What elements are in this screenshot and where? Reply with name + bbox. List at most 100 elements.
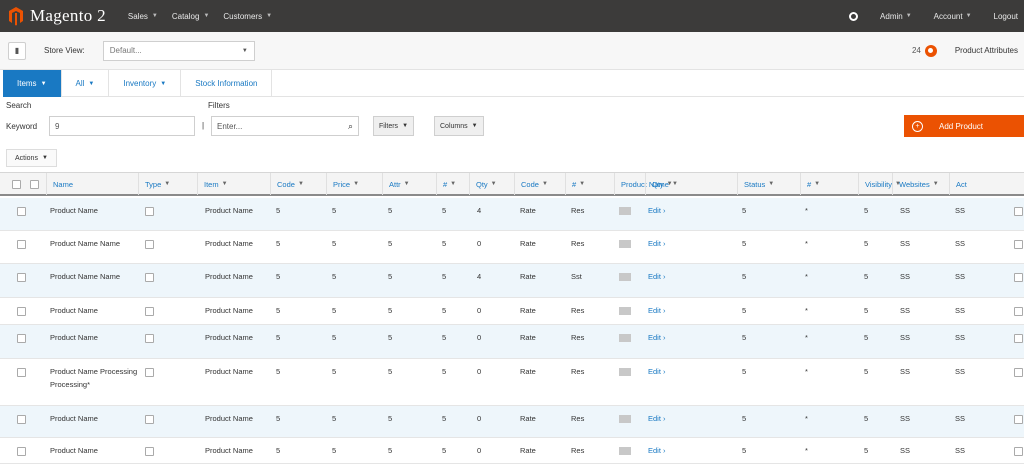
cell-edit-link[interactable]: Edit › [648,333,666,342]
admin-user-menu[interactable]: Admin ▼ [880,12,912,21]
chevron-down-icon: ▼ [266,13,273,19]
cell-edit-link[interactable]: Edit › [648,306,666,315]
nav-sales[interactable]: Sales ▼ [128,12,158,21]
row-action-checkbox[interactable] [1014,273,1023,282]
cell-edit-link[interactable]: Edit › [648,414,666,423]
column-header-17[interactable]: Act [949,173,1004,195]
row-select-checkbox[interactable] [17,307,26,316]
row-select-checkbox[interactable] [17,273,26,282]
row-action-checkbox[interactable] [1014,307,1023,316]
column-header-11[interactable]: Product Name ▼ [614,173,678,195]
cell-attr: 5 [388,446,393,455]
column-header-label: Websites [899,179,930,189]
row-action-checkbox[interactable] [1014,447,1023,456]
column-header-9[interactable]: Code ▼ [514,173,565,195]
row-action-checkbox[interactable] [1014,207,1023,216]
tab-all[interactable]: All ▼ [62,70,110,97]
admin-user-label: Admin [880,11,903,21]
column-header-15[interactable]: Visibility ▼ [858,173,901,195]
row-action-checkbox[interactable] [1014,415,1023,424]
search-icon[interactable]: ⌕ [348,121,353,132]
store-switcher-button[interactable]: ▮ [8,41,26,60]
tab-stock-information[interactable]: Stock Information [181,70,273,97]
cell-edit-link[interactable]: Edit › [648,446,666,455]
cell-product-name: Product Name [50,206,98,215]
row-action-checkbox[interactable] [1014,240,1023,249]
row-select-checkbox[interactable] [17,415,26,424]
row-type-checkbox[interactable] [145,273,154,282]
row-select-checkbox[interactable] [17,240,26,249]
cell-attr: 5 [388,333,393,342]
top-nav: Sales ▼ Catalog ▼ Customers ▼ [128,12,286,21]
mass-actions-dropdown[interactable]: Actions ▼ [6,149,57,167]
table-row[interactable]: Product Name Product Name 5 5 5 5 4 Rate Res Edit… [0,198,1024,231]
column-header-16[interactable]: Websites ▼ [892,173,949,195]
keyword-input[interactable]: 9 [49,116,195,136]
cell-edit-link[interactable]: Edit › [648,367,666,376]
column-header-10[interactable]: # ▼ [565,173,614,195]
table-row[interactable]: Product Name Processing Processing* Produc… [0,359,1024,406]
cell-product-name: Product Name [50,306,98,315]
table-row[interactable]: Product Name Name Product Name 5 5 5 5 0 Rate Re… [0,231,1024,264]
scope-select[interactable]: Default... ▼ [102,40,255,61]
column-header-label: Attr [389,179,401,189]
row-action-checkbox[interactable] [1014,334,1023,343]
cell-product-name-line2: Processing* [50,380,91,389]
select-all-checkbox[interactable] [12,180,21,189]
row-action-checkbox[interactable] [1014,368,1023,377]
cell-visibility: SS [900,272,911,281]
cell-price: 5 [332,367,337,376]
account-link[interactable]: Account ▼ [934,12,972,21]
cell-code: 5 [276,239,281,248]
cell-status: * [805,446,808,455]
columns-button[interactable]: Columns ▼ [434,116,484,136]
column-header-8[interactable]: Qty ▼ [469,173,514,195]
nav-catalog[interactable]: Catalog ▼ [172,12,210,21]
row-type-checkbox[interactable] [145,368,154,377]
cell-edit-link[interactable]: Edit › [648,239,666,248]
row-type-checkbox[interactable] [145,334,154,343]
column-header-13[interactable]: Status ▼ [737,173,800,195]
column-header-7[interactable]: # ▼ [436,173,469,195]
row-type-checkbox[interactable] [145,415,154,424]
column-header-14[interactable]: # ▼ [800,173,858,195]
logo[interactable]: Magento 2 [8,6,106,26]
nav-customers[interactable]: Customers ▼ [223,12,272,21]
column-header-5[interactable]: Price ▼ [326,173,382,195]
cell-edit-link[interactable]: Edit › [648,272,666,281]
cell-hash-2: Res [571,367,585,376]
column-header-1[interactable]: Name [46,173,138,195]
cell-price: 5 [332,446,337,455]
user-icon[interactable] [849,11,859,21]
search-input[interactable]: Enter... ⌕ [211,116,359,136]
table-row[interactable]: Product Name Name Product Name 5 5 5 5 4 Rate Ss… [0,264,1024,298]
select-visible-checkbox[interactable] [30,180,39,189]
column-header-4[interactable]: Code ▼ [270,173,326,195]
cell-code-2: Rate [520,333,536,342]
column-header-12[interactable]: Qty ▼ [645,173,737,195]
tab-items[interactable]: Items ▼ [3,70,62,97]
add-product-button[interactable]: + Add Product [904,115,1024,137]
column-header-2[interactable]: Type ▼ [138,173,197,195]
row-select-checkbox[interactable] [17,368,26,377]
logout-link[interactable]: Logout [994,12,1018,21]
row-select-checkbox[interactable] [17,207,26,216]
cell-edit-link[interactable]: Edit › [648,206,666,215]
row-select-checkbox[interactable] [17,447,26,456]
cell-qty: 0 [477,367,482,376]
table-row[interactable]: Product Name Product Name 5 5 5 5 0 Rate Res Edit… [0,298,1024,325]
row-select-checkbox[interactable] [17,334,26,343]
table-row[interactable]: Product Name Product Name 5 5 5 5 0 Rate Res Edit… [0,438,1024,464]
tab-inventory[interactable]: Inventory ▼ [109,70,182,97]
sort-arrow-icon: ▼ [579,181,586,187]
notifications[interactable]: 24 Product Attributes [912,44,1018,57]
filters-button[interactable]: Filters ▼ [373,116,415,136]
column-header-3[interactable]: Item ▼ [197,173,270,195]
column-header-6[interactable]: Attr ▼ [382,173,436,195]
row-type-checkbox[interactable] [145,240,154,249]
table-row[interactable]: Product Name Product Name 5 5 5 5 0 Rate Res Edit… [0,406,1024,438]
row-type-checkbox[interactable] [145,207,154,216]
table-row[interactable]: Product Name Product Name 5 5 5 5 0 Rate Res Edit… [0,325,1024,359]
row-type-checkbox[interactable] [145,307,154,316]
row-type-checkbox[interactable] [145,447,154,456]
